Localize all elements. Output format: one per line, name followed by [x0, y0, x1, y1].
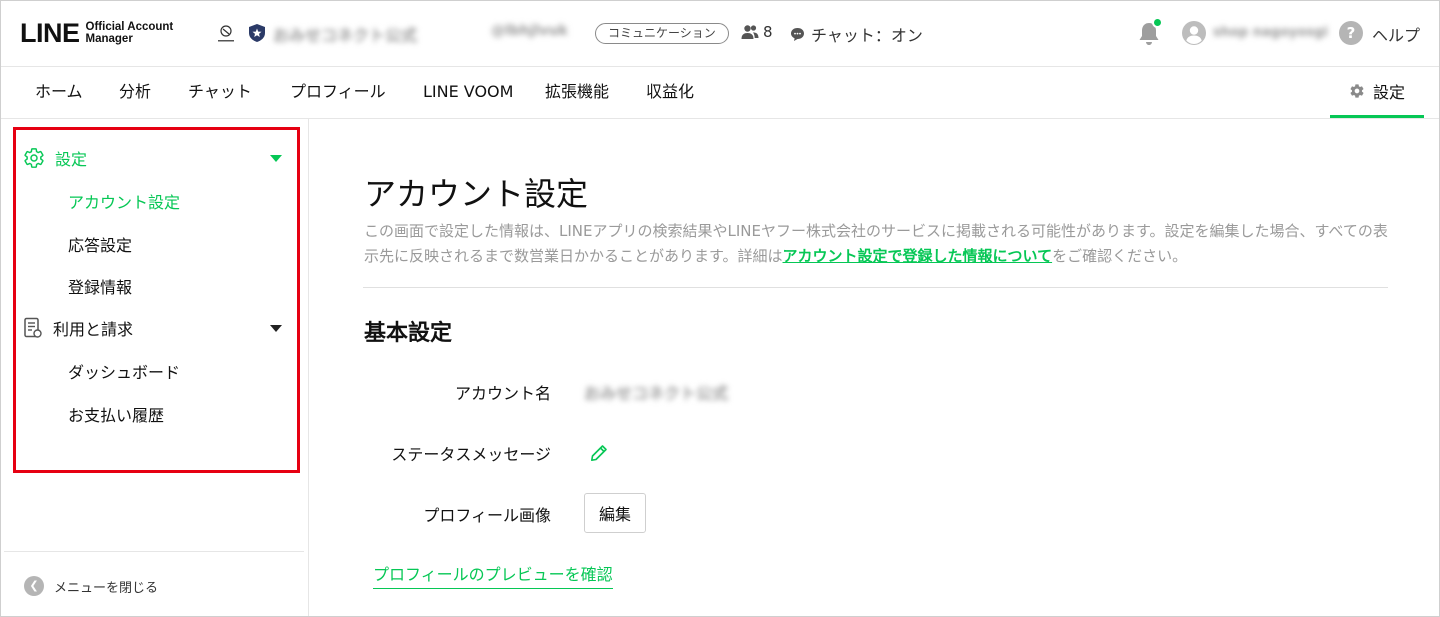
- account-name-value: おみせコネクト公式: [584, 384, 729, 403]
- nav-extensions[interactable]: 拡張機能: [545, 67, 609, 118]
- plan-badge: コミュニケーション: [595, 23, 729, 44]
- nav-analytics[interactable]: 分析: [119, 67, 151, 118]
- account-profile-image: [218, 25, 234, 42]
- profile-image-label: プロフィール画像: [423, 506, 551, 525]
- chat-status[interactable]: チャット：オン: [790, 22, 923, 46]
- nav-profile[interactable]: プロフィール: [290, 67, 386, 118]
- section-title-basic: 基本設定: [364, 321, 453, 346]
- line-oam-logo[interactable]: LINE Official Account Manager: [20, 17, 173, 49]
- section-divider: [363, 287, 1388, 288]
- close-menu-label: メニューを閉じる: [54, 580, 159, 596]
- chevron-left-icon: ❮: [24, 576, 44, 596]
- account-switcher[interactable]: おみせコネクト公式: [273, 22, 417, 46]
- account-name-label: アカウント名: [454, 384, 551, 403]
- status-message-label: ステータスメッセージ: [391, 445, 551, 464]
- notification-dot: [1152, 17, 1163, 28]
- verified-shield-icon: [249, 24, 265, 42]
- user-name[interactable]: shop nagoyosgi: [1213, 25, 1328, 40]
- highlight-annotation-box: [13, 127, 300, 473]
- nav-settings-label: 設定: [1372, 83, 1405, 102]
- nav-line-voom[interactable]: LINE VOOM: [423, 67, 513, 118]
- nav-settings-tab[interactable]: 設定: [1330, 67, 1424, 118]
- friend-count[interactable]: 8: [741, 23, 773, 41]
- logo-line-text: LINE: [20, 17, 80, 48]
- logo-subtitle: Official Account Manager: [85, 21, 174, 45]
- friend-count-value: 8: [763, 23, 773, 41]
- gear-icon: [1350, 84, 1364, 98]
- top-header: LINE Official Account Manager おみせコネクト公式 …: [1, 1, 1439, 67]
- page-title: アカウント設定: [364, 175, 589, 213]
- page-description: この画面で設定した情報は、LINEアプリの検索結果やLINEヤフー株式会社のサー…: [364, 222, 1388, 265]
- pencil-icon[interactable]: [590, 444, 608, 462]
- sidebar-divider: [4, 551, 304, 552]
- help-link[interactable]: ヘルプ: [1372, 22, 1420, 46]
- help-icon[interactable]: ?: [1339, 21, 1363, 45]
- nav-monetization[interactable]: 収益化: [646, 67, 694, 118]
- main-content: アカウント設定 この画面で設定した情報は、LINEアプリの検索結果やLINEヤフ…: [310, 119, 1439, 616]
- close-menu-button[interactable]: ❮ メニューを閉じる: [24, 576, 158, 596]
- user-avatar-icon[interactable]: [1182, 21, 1206, 45]
- main-nav: ホーム 分析 チャット プロフィール LINE VOOM 拡張機能 収益化 設定: [1, 67, 1439, 119]
- account-id: @lbhjlvuk: [491, 23, 568, 39]
- chat-status-text: チャット：オン: [811, 26, 923, 45]
- app-window: LINE Official Account Manager おみせコネクト公式 …: [0, 0, 1440, 617]
- account-info-help-link[interactable]: アカウント設定で登録した情報について: [783, 247, 1053, 265]
- chat-bubble-icon: [791, 27, 804, 41]
- people-icon: [741, 25, 759, 39]
- edit-profile-image-button[interactable]: 編集: [584, 493, 646, 533]
- nav-home[interactable]: ホーム: [35, 67, 83, 118]
- profile-preview-link[interactable]: プロフィールのプレビューを確認: [373, 561, 613, 589]
- nav-chat[interactable]: チャット: [188, 67, 252, 118]
